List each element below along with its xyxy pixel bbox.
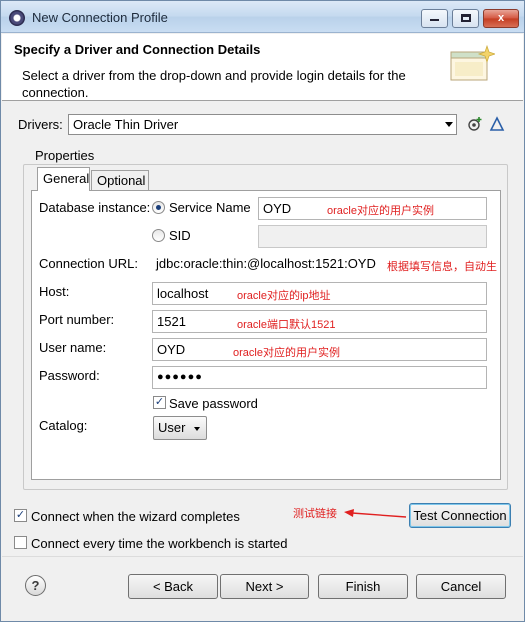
port-annotation: oracle端口默认1521 (237, 319, 336, 331)
cancel-button[interactable]: Cancel (416, 574, 506, 599)
database-instance-label: Database instance: (39, 200, 151, 215)
service-name-value: OYD (263, 201, 292, 216)
drivers-selected-value: Oracle Thin Driver (73, 117, 179, 132)
finish-button[interactable]: Finish (318, 574, 408, 599)
tab-general-label: General (43, 171, 90, 186)
new-driver-icon[interactable] (467, 116, 483, 132)
dialog-window: New Connection Profile x Specify a Drive… (0, 0, 525, 622)
wizard-banner: Specify a Driver and Connection Details … (2, 34, 523, 101)
next-label: Next > (245, 579, 284, 594)
wizard-description: Select a driver from the drop-down and p… (22, 68, 406, 100)
host-label: Host: (39, 284, 70, 299)
connect-on-complete-label: Connect when the wizard completes (31, 509, 240, 524)
user-name-label: User name: (39, 340, 107, 355)
eclipse-app-icon (9, 10, 25, 26)
tab-optional-label: Optional (97, 173, 146, 188)
catalog-select[interactable]: User (153, 416, 207, 440)
catalog-selected-value: User (158, 420, 186, 435)
tab-general[interactable]: General (37, 167, 90, 191)
connection-url-value: jdbc:oracle:thin:@localhost:1521:OYD (156, 256, 376, 271)
test-connection-label: Test Connection (413, 508, 507, 523)
back-button[interactable]: < Back (128, 574, 218, 599)
back-label: < Back (152, 579, 194, 594)
connect-on-complete-checkbox[interactable]: ✓ (14, 509, 27, 522)
drivers-select[interactable]: Oracle Thin Driver (68, 114, 457, 135)
help-icon: ? (31, 578, 40, 593)
drivers-label: Drivers: (18, 117, 63, 132)
connection-url-label: Connection URL: (39, 256, 138, 271)
minimize-button[interactable] (421, 9, 448, 28)
password-label: Password: (39, 368, 100, 383)
password-input[interactable]: ●●●●●● (152, 366, 487, 389)
password-value: ●●●●●● (157, 371, 203, 383)
maximize-icon (460, 14, 471, 22)
service-name-label: Service Name (169, 200, 251, 215)
next-button[interactable]: Next > (220, 574, 309, 599)
port-label: Port number: (39, 312, 115, 327)
save-password-label: Save password (169, 396, 258, 411)
port-value: 1521 (157, 314, 186, 329)
close-button[interactable]: x (483, 9, 519, 28)
chevron-down-icon (194, 427, 200, 431)
title-bar: New Connection Profile x (1, 1, 524, 33)
tab-optional[interactable]: Optional (91, 170, 149, 191)
window-title: New Connection Profile (32, 10, 168, 25)
annotation-arrow-icon (344, 509, 407, 518)
minimize-icon (430, 19, 439, 21)
test-connection-button[interactable]: Test Connection (409, 503, 511, 528)
edit-driver-icon[interactable] (489, 116, 505, 132)
catalog-label: Catalog: (39, 418, 88, 433)
wizard-heading: Specify a Driver and Connection Details (14, 42, 261, 57)
service-name-radio[interactable] (152, 201, 165, 214)
maximize-button[interactable] (452, 9, 479, 28)
finish-label: Finish (345, 579, 381, 594)
sid-radio[interactable] (152, 229, 165, 242)
connect-every-time-checkbox[interactable] (14, 536, 27, 549)
user-name-annotation: oracle对应的用户实例 (233, 347, 340, 359)
user-name-value: OYD (157, 342, 186, 357)
footer-divider (2, 556, 523, 557)
help-button[interactable]: ? (25, 575, 46, 596)
chevron-down-icon (445, 122, 453, 127)
properties-group-title: Properties (32, 148, 98, 163)
save-password-checkbox[interactable]: ✓ (153, 396, 166, 409)
connect-every-time-label: Connect every time the workbench is star… (31, 536, 288, 551)
service-name-annotation: oracle对应的用户实例 (327, 205, 434, 217)
test-connection-annotation: 测试链接 (293, 508, 337, 520)
connection-url-value-field: jdbc:oracle:thin:@localhost:1521:OYD (152, 253, 377, 276)
sid-label: SID (169, 228, 191, 243)
host-value: localhost (157, 286, 209, 301)
sid-input (258, 225, 487, 248)
cancel-label: Cancel (440, 579, 482, 594)
host-annotation: oracle对应的ip地址 (237, 290, 331, 302)
connection-url-annotation: 根据填写信息，自动生 (387, 261, 497, 273)
connection-wizard-icon (450, 44, 495, 81)
close-icon: x (497, 12, 505, 24)
